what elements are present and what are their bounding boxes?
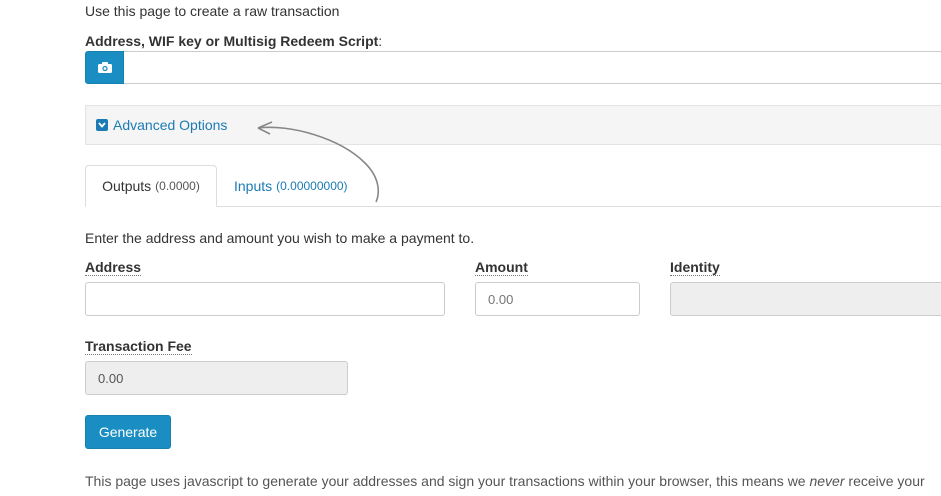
amount-input[interactable]	[475, 282, 640, 316]
footer-text-after: receive your	[844, 473, 925, 489]
outputs-instruction: Enter the address and amount you wish to…	[85, 230, 475, 246]
address-input[interactable]	[124, 51, 941, 84]
tab-inputs-label: Inputs	[234, 178, 273, 194]
tab-outputs-count: (0.0000)	[155, 179, 200, 193]
address-label: Address, WIF key or Multisig Redeem Scri…	[85, 33, 382, 49]
footer-emphasis: never	[809, 473, 845, 489]
output-address-label: Address	[85, 259, 142, 276]
identity-label: Identity	[670, 259, 720, 276]
transaction-fee-input[interactable]: 0.00	[85, 361, 348, 395]
page-intro: Use this page to create a raw transactio…	[85, 3, 340, 19]
amount-label: Amount	[475, 259, 528, 276]
tab-inputs-count: (0.00000000)	[276, 179, 348, 193]
address-label-colon: :	[378, 33, 383, 49]
tab-outputs[interactable]: Outputs (0.0000)	[85, 165, 217, 207]
footer-text-before: This page uses javascript to generate yo…	[85, 473, 810, 489]
camera-scan-button[interactable]	[85, 51, 124, 84]
address-label-text: Address, WIF key or Multisig Redeem Scri…	[85, 33, 379, 49]
output-address-input[interactable]	[85, 282, 445, 316]
advanced-options-label: Advanced Options	[113, 117, 228, 133]
chevron-down-square-icon	[96, 119, 108, 131]
camera-icon	[97, 62, 112, 73]
footer-notice: This page uses javascript to generate yo…	[85, 471, 941, 491]
identity-input	[670, 282, 941, 316]
tab-outputs-label: Outputs	[102, 178, 152, 194]
transaction-fee-label: Transaction Fee	[85, 338, 192, 355]
tab-inputs[interactable]: Inputs (0.00000000)	[220, 165, 362, 207]
generate-button[interactable]: Generate	[85, 415, 171, 449]
advanced-options-toggle[interactable]: Advanced Options	[96, 117, 227, 133]
